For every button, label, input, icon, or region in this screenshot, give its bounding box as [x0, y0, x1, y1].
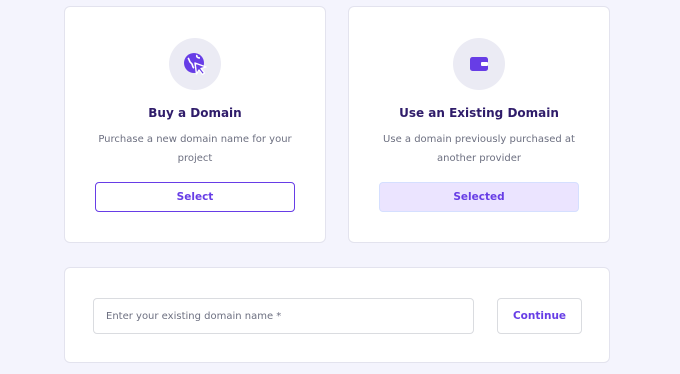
- existing-domain-card: Use an Existing Domain Use a domain prev…: [348, 6, 610, 243]
- wallet-icon: [453, 38, 505, 90]
- select-button[interactable]: Select: [95, 182, 295, 212]
- existing-domain-input[interactable]: [93, 298, 474, 334]
- selected-button[interactable]: Selected: [379, 182, 579, 212]
- buy-domain-card: Buy a Domain Purchase a new domain name …: [64, 6, 326, 243]
- globe-cursor-icon: [169, 38, 221, 90]
- existing-domain-title: Use an Existing Domain: [399, 106, 559, 120]
- continue-button[interactable]: Continue: [497, 298, 582, 334]
- buy-domain-title: Buy a Domain: [148, 106, 242, 120]
- buy-domain-description: Purchase a new domain name for your proj…: [98, 134, 292, 164]
- domain-input-panel: Continue: [64, 267, 610, 363]
- existing-domain-description: Use a domain previously purchased at ano…: [383, 134, 575, 164]
